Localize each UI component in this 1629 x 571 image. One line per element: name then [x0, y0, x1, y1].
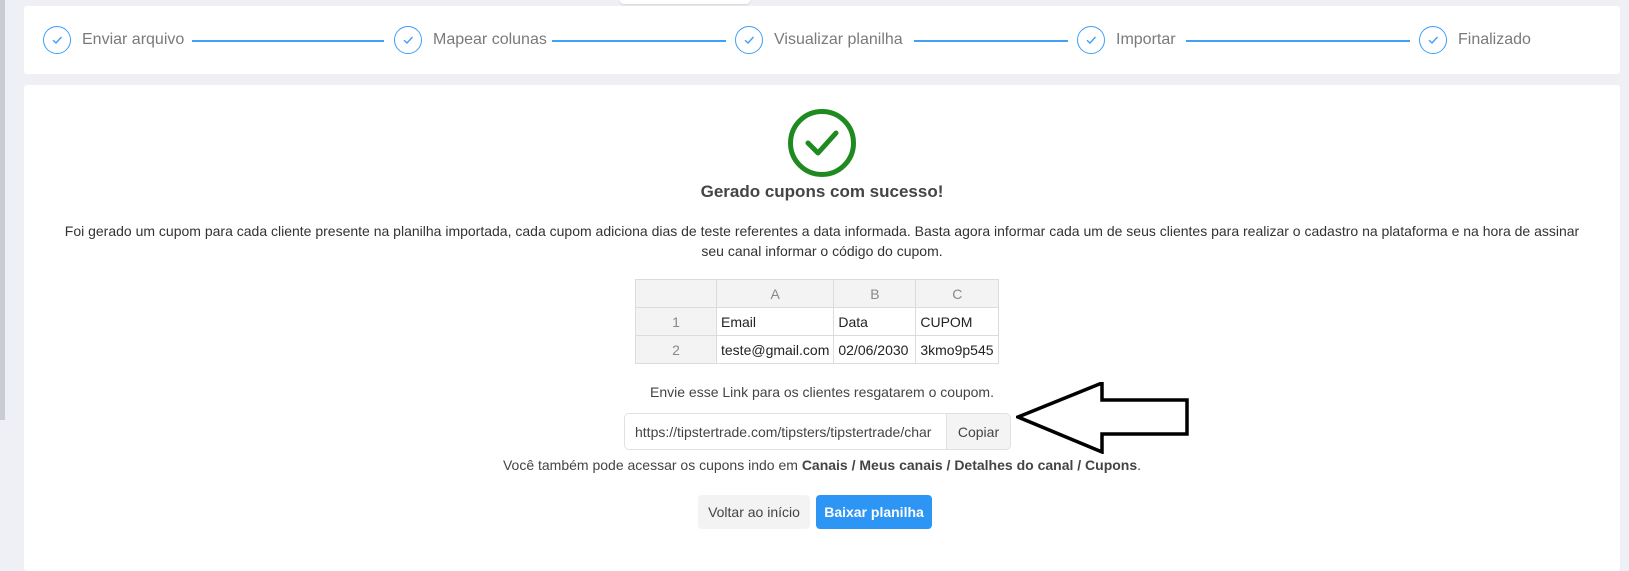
coupons-location-hint: Você também pode acessar os cupons indo …	[24, 457, 1620, 473]
check-icon	[1077, 26, 1105, 54]
coupon-link-group: Copiar	[624, 413, 1011, 450]
copy-link-button[interactable]: Copiar	[946, 414, 1010, 449]
description-line: Foi gerado um cupom para cada cliente pr…	[64, 223, 1580, 239]
table-cell: 02/06/2030	[833, 335, 917, 364]
back-to-start-button[interactable]: Voltar ao início	[698, 495, 810, 529]
result-panel: Gerado cupons com sucesso! Foi gerado um…	[24, 85, 1620, 571]
sheet-header-row: A B C	[635, 279, 1000, 308]
download-sheet-button[interactable]: Baixar planilha	[816, 495, 932, 529]
coupon-sheet-table: A B C 1 Email Data CUPOM 2 teste@gmail.c…	[635, 279, 1000, 364]
step-importar: Importar	[1077, 26, 1176, 54]
row-number: 1	[635, 307, 717, 336]
description-line: seu canal informar o código do cupom.	[701, 243, 943, 259]
table-cell: Data	[833, 307, 917, 336]
check-icon	[1419, 26, 1447, 54]
result-description: Foi gerado um cupom para cada cliente pr…	[48, 221, 1596, 261]
column-header: B	[833, 279, 917, 308]
step-connector	[192, 40, 384, 42]
table-cell: Email	[715, 307, 835, 336]
step-label: Visualizar planilha	[774, 31, 903, 48]
table-cell: CUPOM	[915, 307, 1000, 336]
step-visualizar-planilha: Visualizar planilha	[735, 26, 903, 54]
window-left-edge	[0, 0, 5, 420]
table-row: 1 Email Data CUPOM	[635, 307, 1000, 336]
hint-suffix: .	[1137, 457, 1142, 473]
row-number: 2	[635, 335, 717, 364]
page-title: Gerado cupons com sucesso!	[700, 182, 944, 201]
check-icon	[43, 26, 71, 54]
import-stepper: Enviar arquivo Mapear colunas Visualizar…	[24, 6, 1620, 74]
step-label: Mapear colunas	[433, 31, 547, 48]
step-connector	[552, 40, 726, 42]
check-icon	[735, 26, 763, 54]
column-header: C	[915, 279, 1000, 308]
step-connector	[1186, 40, 1410, 42]
table-cell: 3kmo9p545	[915, 335, 1000, 364]
hint-path: Canais / Meus canais / Detalhes do canal…	[801, 457, 1138, 473]
column-header: A	[715, 279, 835, 308]
link-caption: Envie esse Link para os clientes resgata…	[650, 384, 994, 400]
check-icon	[394, 26, 422, 54]
annotation-arrow-left-icon	[1016, 382, 1189, 454]
top-tab-handle	[620, 0, 750, 4]
success-check-icon	[788, 109, 856, 177]
coupon-link-input[interactable]	[625, 414, 946, 449]
step-finalizado: Finalizado	[1419, 26, 1531, 54]
step-mapear-colunas: Mapear colunas	[394, 26, 547, 54]
step-label: Importar	[1116, 31, 1176, 48]
step-connector	[914, 40, 1068, 42]
step-enviar-arquivo: Enviar arquivo	[43, 26, 184, 54]
table-row: 2 teste@gmail.com 02/06/2030 3kmo9p545	[635, 335, 1000, 364]
table-cell: teste@gmail.com	[715, 335, 835, 364]
hint-prefix: Você também pode acessar os cupons indo …	[502, 457, 802, 473]
step-label: Enviar arquivo	[82, 31, 185, 48]
step-label: Finalizado	[1458, 31, 1531, 48]
sheet-corner-cell	[635, 279, 717, 308]
